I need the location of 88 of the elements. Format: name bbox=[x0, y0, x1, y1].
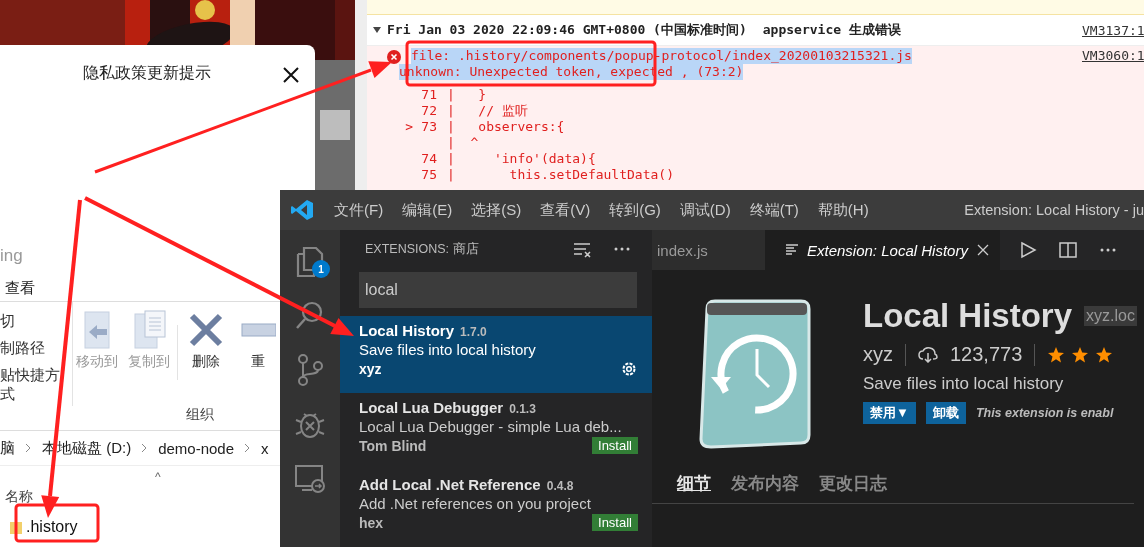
breadcrumb-item[interactable]: 脑 bbox=[0, 438, 15, 458]
detail-tab[interactable]: 细节 bbox=[677, 472, 711, 495]
code-line: | ^ bbox=[447, 135, 479, 151]
chevron-icon bbox=[25, 443, 32, 453]
ribbon-command[interactable]: 切 bbox=[0, 312, 72, 331]
extension-name: Local History bbox=[359, 322, 455, 339]
line-number: 73 bbox=[420, 119, 437, 135]
code-line: | } bbox=[447, 87, 487, 103]
code-line: | 'info'(data){ bbox=[447, 151, 596, 167]
breadcrumb-item[interactable]: x bbox=[261, 439, 269, 457]
expand-triangle-icon[interactable] bbox=[373, 26, 381, 34]
extension-description: Save files into local history bbox=[863, 374, 1065, 394]
install-button[interactable]: Install bbox=[592, 514, 638, 531]
extension-publisher: xyz bbox=[359, 361, 382, 377]
line-number: 75 bbox=[420, 167, 437, 183]
extension-description: Save files into local history bbox=[359, 341, 537, 358]
menu-item[interactable]: 查看(V) bbox=[540, 200, 591, 220]
install-button[interactable]: Install bbox=[592, 437, 638, 454]
extension-publisher: Tom Blind bbox=[359, 437, 427, 454]
code-line: | // 监听 bbox=[447, 103, 528, 119]
extension-item[interactable]: Local Lua Debugger 0.1.3 Local Lua Debugger - simple Lua deb... Tom Blind Install bbox=[340, 393, 652, 470]
log-timestamp: Fri Jan 03 2020 22:09:46 GMT+0800 (中国标准时间) bbox=[387, 21, 747, 39]
star-icon bbox=[1095, 345, 1114, 364]
sort-caret: ^ bbox=[155, 470, 161, 484]
extension-version: 1.7.0 bbox=[460, 325, 487, 339]
install-count: 123,773 bbox=[950, 343, 1023, 366]
column-header[interactable]: 名称 bbox=[5, 488, 33, 506]
extension-item[interactable]: Local History 1.7.0 Save files into local history xyz bbox=[340, 316, 652, 393]
editor-tab[interactable]: index.js bbox=[652, 230, 765, 270]
menu-item[interactable]: 文件(F) bbox=[334, 200, 384, 220]
status-text: This extension is enabl bbox=[975, 406, 1114, 420]
code-line: | observers:{ bbox=[447, 119, 565, 135]
extension-version: 0.1.3 bbox=[509, 402, 536, 416]
menu-item[interactable]: 选择(S) bbox=[471, 200, 522, 220]
menu-item[interactable]: 帮助(H) bbox=[817, 200, 869, 220]
line-number: 74 bbox=[420, 151, 437, 167]
preview-lines-icon bbox=[785, 243, 799, 257]
ribbon-command[interactable]: 制路径 bbox=[0, 339, 72, 358]
publisher-name[interactable]: xyz bbox=[863, 343, 893, 366]
menu-item[interactable]: 转到(G) bbox=[609, 200, 661, 220]
extension-id: xyz.loc bbox=[1084, 306, 1137, 326]
cloud-download-icon bbox=[918, 346, 938, 363]
ribbon-button[interactable]: 删除 bbox=[182, 307, 230, 371]
detail-tab[interactable]: 发布内容 bbox=[731, 472, 799, 495]
app-logo-icon bbox=[290, 198, 314, 222]
ribbon-group-label: 组织 bbox=[185, 406, 215, 424]
action-button[interactable]: 卸载 bbox=[925, 402, 966, 424]
detail-tab[interactable]: 更改日志 bbox=[819, 472, 887, 495]
ribbon-tab[interactable]: 查看 bbox=[5, 278, 35, 298]
code-line: | this.setDefaultData() bbox=[447, 167, 674, 183]
extension-name: Add Local .Net Reference bbox=[359, 476, 541, 493]
line-number: 72 bbox=[420, 103, 437, 119]
extension-version: 0.4.8 bbox=[546, 479, 574, 493]
extension-description: Local Lua Debugger - simple Lua deb... bbox=[359, 418, 623, 435]
settings-icon[interactable] bbox=[620, 360, 638, 378]
file-name[interactable]: .history bbox=[26, 518, 78, 536]
notification-badge: 1 bbox=[312, 260, 330, 278]
action-button[interactable]: 禁用▼ bbox=[863, 402, 916, 424]
window-title: Extension: Local History - ju bbox=[964, 202, 1144, 218]
extension-title: Local History bbox=[863, 297, 1073, 335]
menu-item[interactable]: 调试(D) bbox=[679, 200, 731, 220]
error-icon bbox=[387, 50, 401, 64]
dialog-title: 隐私政策更新提示 bbox=[81, 63, 212, 83]
editor-tab[interactable]: Extension: Local History bbox=[765, 230, 1000, 270]
source-link[interactable]: VM3137:1 bbox=[1082, 22, 1144, 38]
extension-publisher: hex bbox=[359, 514, 384, 531]
ribbon-command[interactable]: 贴快捷方式 bbox=[0, 366, 72, 404]
close-icon[interactable] bbox=[975, 243, 990, 257]
star-icon bbox=[1071, 345, 1090, 364]
close-icon[interactable] bbox=[283, 67, 299, 83]
log-source: appservice 生成错误 bbox=[762, 21, 901, 39]
split-editor-icon[interactable] bbox=[1057, 240, 1078, 260]
window-title: ing bbox=[0, 246, 23, 266]
line-marker: > bbox=[404, 119, 413, 135]
star-icon bbox=[1047, 345, 1066, 364]
breadcrumb-item[interactable]: demo-node bbox=[158, 439, 235, 457]
chevron-icon bbox=[141, 443, 149, 453]
extension-name: Local Lua Debugger bbox=[359, 399, 504, 416]
menu-item[interactable]: 终端(T) bbox=[749, 200, 799, 220]
line-number: 71 bbox=[420, 87, 437, 103]
chevron-icon bbox=[244, 443, 252, 453]
search-field[interactable]: local bbox=[359, 272, 637, 308]
panel-title: EXTENSIONS: 商店 bbox=[365, 240, 479, 258]
menu-item[interactable]: 编辑(E) bbox=[402, 200, 453, 220]
source-link[interactable]: VM3060:1 bbox=[1082, 48, 1144, 63]
extension-description: Add .Net references on you project bbox=[359, 495, 592, 512]
ribbon-button[interactable]: 重 bbox=[234, 307, 282, 371]
extension-item[interactable]: Add Local .Net Reference 0.4.8 Add .Net references on you project hex Install bbox=[340, 470, 652, 547]
